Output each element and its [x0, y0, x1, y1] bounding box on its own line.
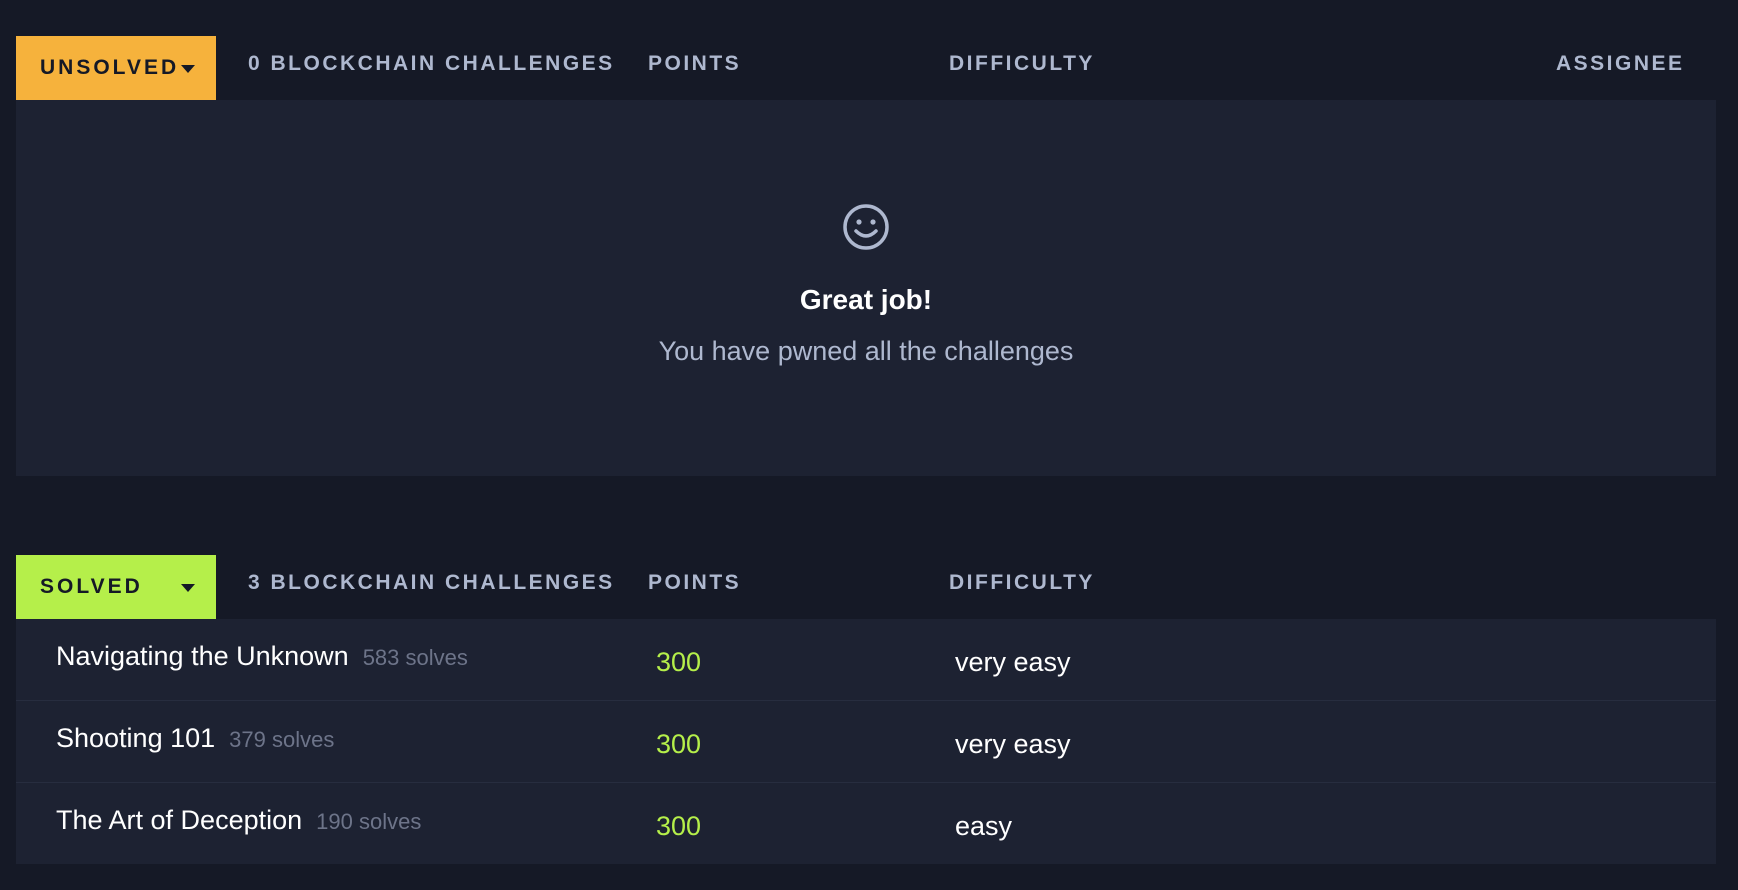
- empty-state-panel: Great job! You have pwned all the challe…: [16, 100, 1716, 476]
- challenge-row[interactable]: The Art of Deception 190 solves 300 easy: [16, 783, 1716, 864]
- challenge-points: 300: [656, 647, 702, 677]
- empty-state-subtitle: You have pwned all the challenges: [658, 336, 1074, 366]
- solved-challenge-list: Navigating the Unknown 583 solves 300 ver…: [16, 619, 1716, 864]
- challenge-difficulty: very easy: [955, 647, 1071, 677]
- unsolved-dropdown[interactable]: UNSOLVED: [16, 36, 216, 100]
- challenge-solves: 379 solves: [229, 727, 335, 752]
- caret-down-icon: [181, 65, 195, 73]
- challenge-title: The Art of Deception: [56, 805, 303, 835]
- unsolved-header: UNSOLVED 0 BLOCKCHAIN CHALLENGES POINTS …: [16, 35, 1716, 100]
- challenge-solves: 190 solves: [316, 809, 422, 834]
- solved-dropdown[interactable]: SOLVED: [16, 555, 216, 619]
- solved-count-label: 3 BLOCKCHAIN CHALLENGES: [248, 571, 615, 594]
- challenge-name[interactable]: The Art of Deception 190 solves: [56, 805, 421, 836]
- unsolved-difficulty-header[interactable]: DIFFICULTY: [949, 52, 1095, 76]
- caret-down-icon: [181, 584, 195, 592]
- challenge-difficulty: very easy: [955, 729, 1071, 759]
- solved-dropdown-label: SOLVED: [40, 575, 143, 598]
- solved-section: SOLVED 3 BLOCKCHAIN CHALLENGES POINTS DI…: [16, 554, 1716, 864]
- unsolved-dropdown-label: UNSOLVED: [40, 56, 180, 79]
- unsolved-assignee-header[interactable]: ASSIGNEE: [1556, 52, 1685, 76]
- unsolved-points-header[interactable]: POINTS: [648, 52, 741, 76]
- unsolved-section: UNSOLVED 0 BLOCKCHAIN CHALLENGES POINTS …: [16, 35, 1716, 476]
- challenge-name[interactable]: Shooting 101 379 solves: [56, 723, 334, 754]
- challenge-row[interactable]: Navigating the Unknown 583 solves 300 ver…: [16, 619, 1716, 701]
- challenge-name[interactable]: Navigating the Unknown 583 solves: [56, 641, 468, 672]
- challenge-points: 300: [656, 729, 702, 759]
- unsolved-count-label: 0 BLOCKCHAIN CHALLENGES: [248, 52, 615, 75]
- smiley-icon: [843, 204, 889, 250]
- challenge-title: Shooting 101: [56, 723, 216, 753]
- solved-points-header[interactable]: POINTS: [648, 571, 741, 595]
- solved-header: SOLVED 3 BLOCKCHAIN CHALLENGES POINTS DI…: [16, 554, 1716, 619]
- challenge-solves: 583 solves: [362, 645, 468, 670]
- challenge-title: Navigating the Unknown: [56, 641, 349, 671]
- empty-state-title: Great job!: [799, 284, 933, 315]
- challenge-difficulty: easy: [955, 811, 1013, 841]
- challenge-row[interactable]: Shooting 101 379 solves 300 very easy: [16, 701, 1716, 783]
- solved-difficulty-header[interactable]: DIFFICULTY: [949, 571, 1095, 595]
- challenge-points: 300: [656, 811, 702, 841]
